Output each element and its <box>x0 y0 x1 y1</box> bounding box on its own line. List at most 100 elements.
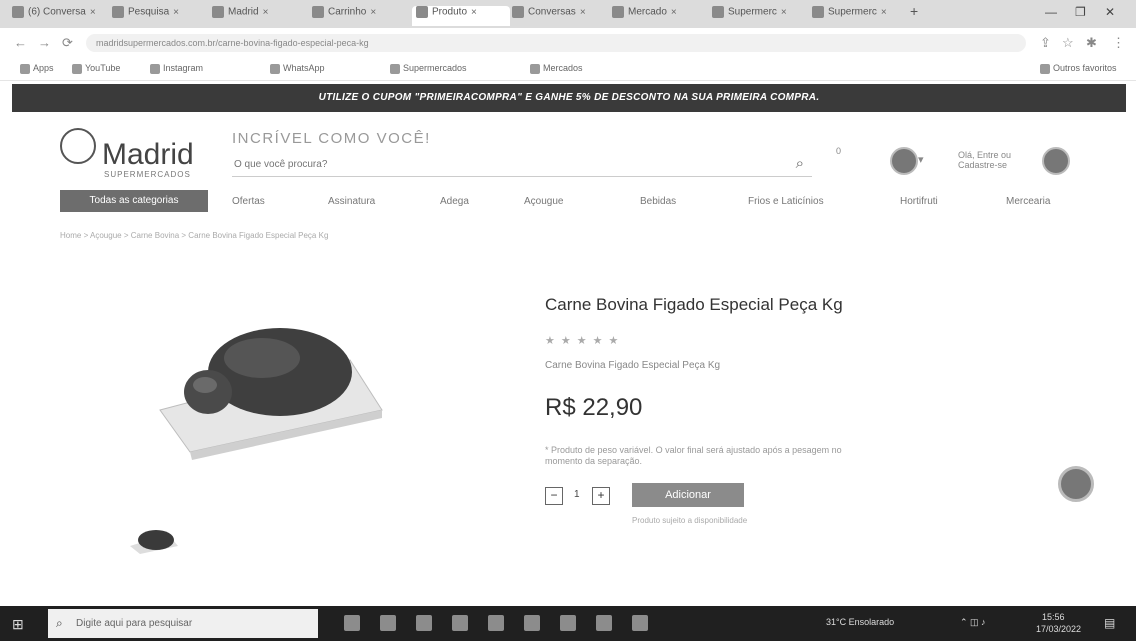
liver-thumbnail-image <box>130 530 178 554</box>
windows-taskbar: ⊞ ⌕ Digite aqui para pesquisar 31°C Enso… <box>0 606 1136 641</box>
logo-subtitle: SUPERMERCADOS <box>104 170 191 179</box>
logo-apple-icon <box>60 128 96 164</box>
clock-date[interactable]: 17/03/2022 <box>1036 624 1081 634</box>
bookmark-favicon-icon <box>530 63 540 74</box>
promo-banner: UTILIZE O CUPOM "PRIMEIRACOMPRA" E GANHE… <box>12 84 1126 112</box>
task-view-icon[interactable] <box>380 615 396 631</box>
close-icon[interactable]: × <box>781 7 787 18</box>
nav-item[interactable]: Hortifruti <box>900 196 938 207</box>
close-icon[interactable]: × <box>263 7 269 18</box>
chat-icon[interactable] <box>1058 466 1094 502</box>
close-icon[interactable]: × <box>471 7 477 18</box>
notification-icon[interactable]: ▤ <box>1104 616 1115 630</box>
tab-favicon-icon <box>416 6 428 18</box>
system-tray-icons[interactable]: ⌃ ◫ ♪ <box>960 617 986 628</box>
star-icon[interactable]: ☆ <box>1062 35 1074 51</box>
folder-icon <box>1040 63 1050 74</box>
weight-note: * Produto de peso variável. O valor fina… <box>545 445 842 466</box>
apps-icon <box>20 63 30 74</box>
app-icon[interactable] <box>560 615 576 631</box>
url-field[interactable]: madridsupermercados.com.br/carne-bovina-… <box>86 34 1026 52</box>
close-icon[interactable]: × <box>580 7 586 18</box>
search-icon[interactable]: ⌕ <box>796 155 804 172</box>
all-categories-button[interactable]: Todas as categorias <box>60 190 208 212</box>
product-image[interactable] <box>150 300 390 460</box>
login-text[interactable]: Olá, Entre ou Cadastre-se <box>958 150 1036 170</box>
browser-tab[interactable]: Supermerc × <box>812 6 902 26</box>
nav-item[interactable]: Bebidas <box>640 196 676 207</box>
app-icon[interactable] <box>596 615 612 631</box>
product-price: R$ 22,90 <box>545 394 643 421</box>
add-to-cart-button[interactable]: Adicionar <box>632 483 744 507</box>
quantity-minus-button[interactable]: − <box>545 487 563 505</box>
minimize-icon[interactable]: — <box>1045 5 1057 19</box>
cart-count[interactable]: 0 <box>836 146 841 156</box>
availability-note: Produto sujeito a disponibilidade <box>632 516 748 525</box>
close-window-icon[interactable]: ✕ <box>1105 5 1115 19</box>
bookmark-item[interactable]: Supermercados <box>390 63 467 74</box>
liver-on-board-image <box>159 328 383 460</box>
bookmark-favicon-icon <box>150 63 160 74</box>
search-input[interactable] <box>232 152 776 176</box>
windows-start-icon[interactable]: ⊞ <box>12 616 24 633</box>
close-icon[interactable]: × <box>671 7 677 18</box>
nav-item[interactable]: Açougue <box>524 196 563 207</box>
quantity-value[interactable]: 1 <box>574 489 580 500</box>
browser-tab[interactable]: Carrinho × <box>312 6 402 26</box>
browser-tab[interactable]: Supermerc × <box>712 6 802 26</box>
chevron-down-icon[interactable]: ▾ <box>918 155 924 166</box>
user-avatar-icon[interactable] <box>1042 147 1070 175</box>
reload-icon[interactable]: ⟳ <box>62 35 73 51</box>
new-tab-button[interactable]: + <box>910 3 924 23</box>
browser-tab[interactable]: Conversas × <box>512 6 602 26</box>
other-bookmarks[interactable]: Outros favoritos <box>1040 63 1117 74</box>
close-icon[interactable]: × <box>90 7 96 18</box>
menu-dots-icon[interactable]: ⋮ <box>1112 35 1125 51</box>
nav-item[interactable]: Assinatura <box>328 196 375 207</box>
store-logo[interactable]: Madrid SUPERMERCADOS <box>60 128 194 179</box>
tab-favicon-icon <box>212 6 224 18</box>
close-icon[interactable]: × <box>370 7 376 18</box>
bookmark-item[interactable]: WhatsApp <box>270 63 325 74</box>
product-thumbnail[interactable] <box>128 524 180 556</box>
browser-tab[interactable]: Pesquisa × <box>112 6 202 26</box>
browser-tab[interactable]: Mercado × <box>612 6 702 26</box>
bookmark-item[interactable]: Mercados <box>530 63 583 74</box>
clock-time[interactable]: 15:56 <box>1042 612 1065 622</box>
cart-icon[interactable] <box>890 147 918 175</box>
product-description: Carne Bovina Figado Especial Peça Kg <box>545 360 721 371</box>
bookmark-favicon-icon <box>390 63 400 74</box>
bookmark-item[interactable]: Instagram <box>150 63 203 74</box>
quantity-plus-button[interactable]: + <box>592 487 610 505</box>
close-icon[interactable]: × <box>881 7 887 18</box>
tab-favicon-icon <box>512 6 524 18</box>
product-title: Carne Bovina Figado Especial Peça Kg <box>545 295 843 314</box>
search-bar: ⌕ <box>232 152 812 177</box>
rating-stars[interactable]: ★★★★★ <box>545 334 624 347</box>
taskbar-search[interactable]: ⌕ Digite aqui para pesquisar <box>48 609 318 638</box>
bookmark-item[interactable]: Apps <box>20 63 54 74</box>
maximize-icon[interactable]: ❐ <box>1075 5 1086 19</box>
app-icon[interactable] <box>632 615 648 631</box>
logo-name: Madrid <box>102 138 194 171</box>
file-explorer-icon[interactable] <box>452 615 468 631</box>
browser-tab-active[interactable]: Produto × <box>412 6 510 26</box>
close-icon[interactable]: × <box>173 7 179 18</box>
app-icon[interactable] <box>524 615 540 631</box>
nav-item[interactable]: Mercearia <box>1006 196 1050 207</box>
app-icon[interactable] <box>488 615 504 631</box>
weather-widget[interactable]: 31°C Ensolarado <box>826 617 894 627</box>
browser-tab[interactable]: Madrid × <box>212 6 302 26</box>
nav-item[interactable]: Adega <box>440 196 469 207</box>
nav-item[interactable]: Frios e Laticínios <box>748 196 824 207</box>
cortana-icon[interactable] <box>344 615 360 631</box>
bookmark-item[interactable]: YouTube <box>72 63 120 74</box>
chrome-icon[interactable] <box>416 615 432 631</box>
back-arrow-icon[interactable]: ← <box>14 35 27 50</box>
share-icon[interactable]: ⇪ <box>1040 35 1051 51</box>
tab-favicon-icon <box>612 6 624 18</box>
nav-item[interactable]: Ofertas <box>232 196 265 207</box>
forward-arrow-icon[interactable]: → <box>38 35 51 50</box>
browser-tab[interactable]: (6) Conversa × <box>12 6 102 26</box>
extension-icon[interactable]: ✱ <box>1086 35 1097 51</box>
